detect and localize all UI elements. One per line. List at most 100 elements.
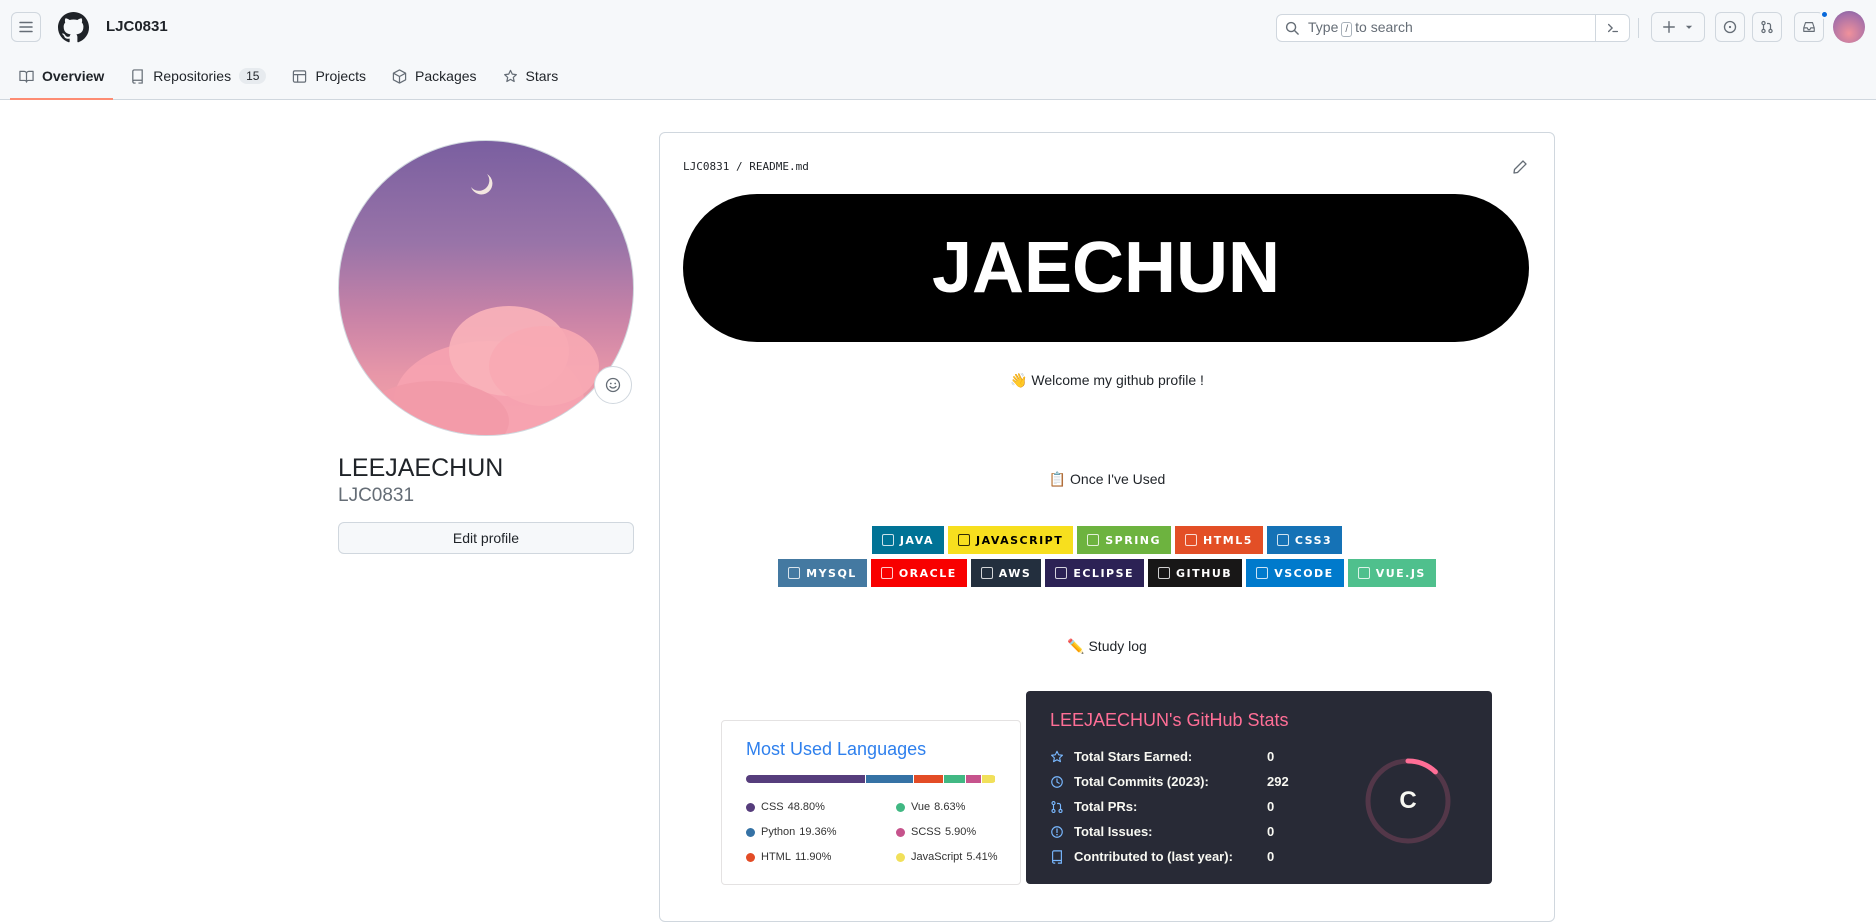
badge-label: GITHUB: [1176, 566, 1233, 580]
language-name: CSS: [761, 801, 784, 813]
user-avatar-menu[interactable]: [1833, 11, 1865, 43]
tab-projects[interactable]: Projects: [283, 62, 375, 90]
search-icon: [1285, 21, 1299, 35]
cloud-graphic: [489, 326, 599, 406]
readme-panel: LJC0831 / README.md JAECHUN 👋 Welcome my…: [659, 132, 1555, 922]
tab-packages[interactable]: Packages: [383, 62, 485, 90]
star-icon: [1051, 750, 1063, 762]
stat-value: 0: [1267, 824, 1275, 839]
badge-logo-icon: [1357, 567, 1370, 579]
tab-stars[interactable]: Stars: [494, 62, 568, 90]
header-divider: [1638, 18, 1639, 38]
stat-label: Contributed to (last year):: [1074, 849, 1233, 864]
search-prefix: Type: [1308, 19, 1339, 35]
table-icon: [293, 69, 307, 83]
language-name: Python: [761, 826, 796, 838]
stat-row: Total Commits (2023):: [1050, 774, 1209, 789]
badge-label: VUE.JS: [1375, 566, 1426, 580]
tech-badges-row-1: JAVA JAVASCRIPT SPRING HTML5 CSS3: [660, 526, 1554, 554]
chevron-down-icon: [1685, 25, 1693, 29]
github-stats-card[interactable]: LEEJAECHUN's GitHub Stats Total Stars Ea…: [1026, 691, 1492, 884]
language-percent: 8.63%: [934, 801, 966, 813]
top-header: LJC0831 Type / to search Overview Reposito…: [0, 0, 1876, 100]
inbox-icon: [1803, 22, 1815, 32]
language-color-dot: [896, 802, 905, 812]
github-logo-icon[interactable]: [58, 12, 89, 43]
stat-row: Total Issues:: [1050, 824, 1153, 839]
language-segment-python: [866, 775, 914, 783]
tab-overview[interactable]: Overview: [10, 62, 114, 100]
language-color-dot: [746, 802, 755, 812]
issue-icon: [1051, 825, 1063, 838]
readme-path-link[interactable]: LJC0831 / README.md: [683, 160, 809, 173]
language-percent: 11.90%: [794, 851, 832, 863]
used-heading: 📋 Once I've Used: [1048, 471, 1166, 487]
star-icon: [503, 69, 517, 82]
language-name: JavaScript: [911, 851, 963, 863]
badge-label: VSCODE: [1274, 566, 1334, 580]
language-segment-css: [746, 775, 866, 783]
language-color-dot: [896, 852, 905, 862]
badge-logo-icon: [1087, 534, 1100, 546]
search-suffix: to search: [1355, 19, 1413, 35]
issues-button[interactable]: [1715, 12, 1745, 42]
stat-row: Total Stars Earned:: [1050, 749, 1192, 764]
badge-javascript: JAVASCRIPT: [947, 526, 1074, 554]
stat-row: Total PRs:: [1050, 799, 1137, 814]
badge-label: CSS3: [1294, 533, 1333, 547]
badge-html5: HTML5: [1175, 526, 1263, 554]
stat-label: Total Stars Earned:: [1074, 749, 1193, 764]
badge-logo-icon: [788, 567, 801, 579]
language-percent: 5.90%: [944, 826, 977, 838]
badge-aws: AWS: [970, 559, 1042, 587]
repo-icon: [132, 68, 144, 84]
profile-login: LJC0831: [338, 485, 415, 506]
badge-github: GITHUB: [1148, 559, 1243, 587]
badge-logo-icon: [1055, 567, 1068, 579]
edit-profile-button[interactable]: Edit profile: [338, 522, 634, 554]
language-color-dot: [746, 827, 755, 837]
command-palette-button[interactable]: [1595, 15, 1629, 41]
tab-repositories[interactable]: Repositories 15: [121, 62, 275, 90]
search-placeholder: Type / to search: [1308, 19, 1413, 37]
create-new-button[interactable]: [1651, 12, 1705, 42]
badge-label: ORACLE: [898, 566, 957, 580]
tab-overview-label: Overview: [42, 68, 105, 84]
language-color-dot: [896, 827, 905, 837]
repo-icon: [1052, 849, 1062, 864]
badge-logo-icon: [881, 534, 894, 546]
stat-value: 0: [1267, 799, 1275, 814]
repositories-count-badge: 15: [239, 68, 267, 84]
language-item-css: CSS 48.80%: [746, 801, 825, 813]
search-input[interactable]: Type / to search: [1276, 14, 1630, 42]
languages-progress-bar: [746, 775, 996, 783]
tab-projects-label: Projects: [315, 68, 367, 84]
badge-vscode: VSCODE: [1246, 559, 1344, 587]
stats-card-title: LEEJAECHUN's GitHub Stats: [1050, 710, 1289, 730]
badge-label: SPRING: [1105, 533, 1162, 547]
pull-request-icon: [1051, 800, 1063, 813]
badge-label: HTML5: [1203, 533, 1253, 547]
language-item-html: HTML 11.90%: [746, 851, 831, 863]
stat-value: 0: [1267, 849, 1275, 864]
pencil-edit-icon[interactable]: [1512, 159, 1528, 175]
language-segment-vue: [944, 775, 966, 783]
language-segment-html: [914, 775, 944, 783]
header-username[interactable]: LJC0831: [106, 18, 168, 35]
readme-banner: JAECHUN: [683, 194, 1529, 342]
stat-value: 292: [1267, 774, 1289, 789]
language-item-scss: SCSS 5.90%: [896, 826, 976, 838]
set-status-button[interactable]: [594, 366, 632, 404]
badge-logo-icon: [980, 567, 993, 579]
search-shortcut-key: /: [1341, 22, 1353, 37]
badge-spring: SPRING: [1077, 526, 1172, 554]
menu-button[interactable]: [11, 12, 41, 42]
welcome-text: 👋 Welcome my github profile !: [1010, 372, 1204, 388]
languages-card-title: Most Used Languages: [746, 739, 927, 759]
most-used-languages-card[interactable]: Most Used Languages CSS 48.80% Python 19.36…: [721, 720, 1021, 885]
badge-logo-icon: [1185, 534, 1198, 546]
stat-label: Total PRs:: [1074, 799, 1138, 814]
pull-requests-button[interactable]: [1752, 12, 1782, 42]
stat-label: Total Commits (2023):: [1074, 774, 1209, 789]
badge-logo-icon: [957, 534, 970, 546]
